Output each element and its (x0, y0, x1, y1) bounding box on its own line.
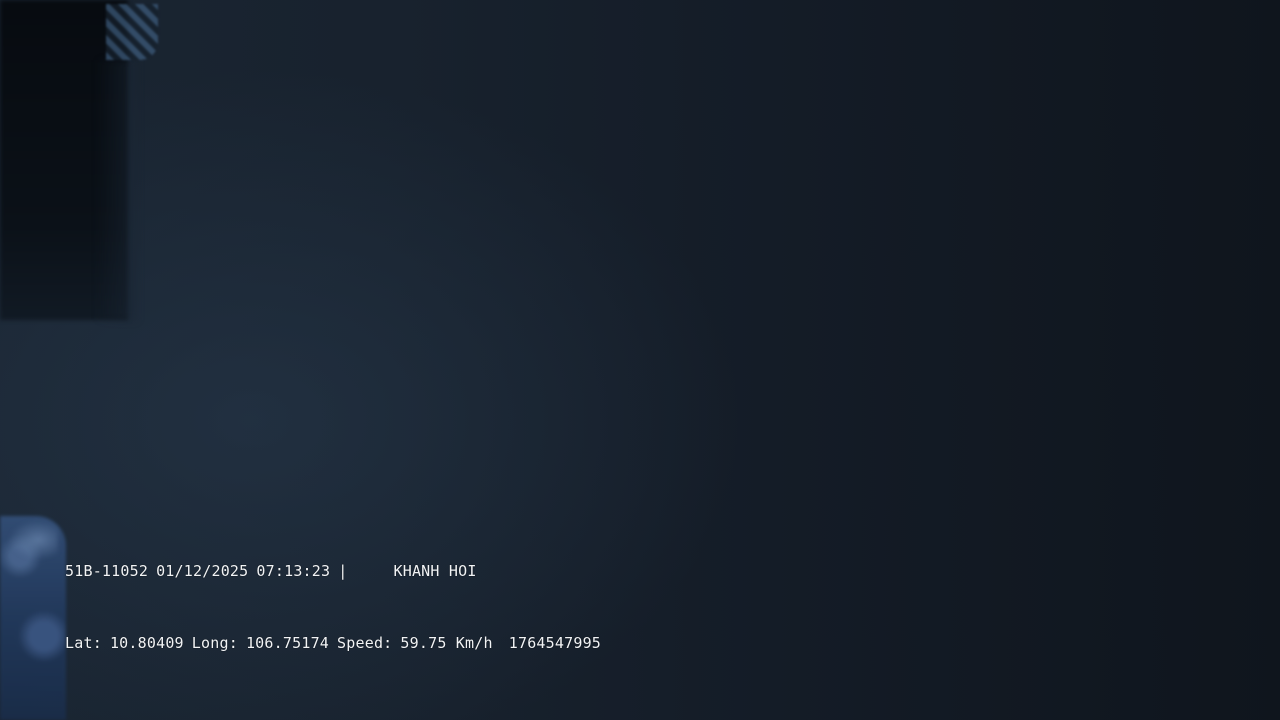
osd-info-line: 51B-11052 01/12/2025 07:13:23 | KHANH HOI (65, 562, 477, 580)
object-edge-shadow (96, 60, 136, 320)
osd-gps-line: Lat: 10.80409 Long: 106.75174 Speed: 59.75 Km… (65, 634, 601, 652)
date-stamp: 01/12/2025 (156, 562, 249, 580)
time-stamp: 07:13:23 (256, 562, 331, 580)
camera-frame: 51B-11052 01/12/2025 07:13:23 | KHANH HOI La… (0, 0, 1280, 720)
unix-timestamp: 1764547995 (508, 634, 602, 652)
vehicle-plate: 51B-11052 (65, 562, 149, 580)
speed-value: 59.75 Km/h (400, 634, 493, 652)
lat-value: 10.80409 (109, 634, 184, 652)
speed-label: Speed: (337, 634, 393, 652)
lat-label: Lat: (65, 634, 102, 652)
object-highlight (8, 520, 58, 560)
striped-object (106, 4, 158, 60)
location-name: KHANH HOI (393, 562, 477, 580)
separator: | (338, 562, 348, 580)
long-value: 106.75174 (245, 634, 330, 652)
long-label: Long: (191, 634, 238, 652)
